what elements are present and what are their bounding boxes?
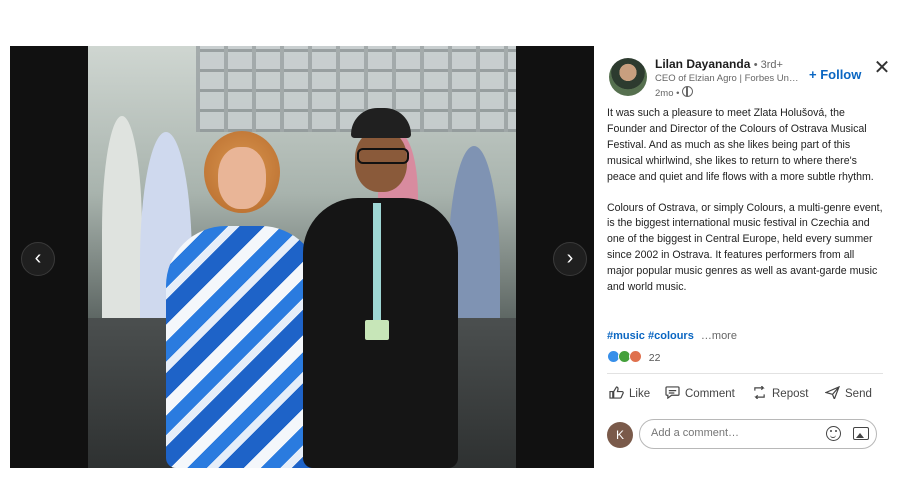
comment-composer: K [607, 419, 883, 453]
repost-icon [754, 386, 765, 399]
next-image-button[interactable]: › [553, 242, 587, 276]
post-paragraph: Colours of Ostrava, or simply Colours, a… [607, 201, 883, 294]
author-name[interactable]: Lilan Dayananda • 3rd+ [655, 57, 783, 71]
like-button[interactable]: Like [609, 382, 650, 406]
person-woman [166, 131, 321, 468]
post-photo[interactable] [88, 46, 516, 468]
repost-button[interactable]: Repost [752, 382, 808, 406]
love-reaction-icon [628, 350, 642, 363]
connection-degree: • 3rd+ [753, 59, 783, 71]
repost-label: Repost [772, 388, 809, 400]
action-bar: Like Comment Repost Send [607, 382, 887, 406]
comment-button[interactable]: Comment [665, 382, 735, 406]
close-icon[interactable]: ✕ [873, 58, 891, 78]
thumbs-up-icon [609, 386, 624, 399]
comment-icon [665, 386, 680, 399]
reactions-summary[interactable]: 22 [607, 350, 660, 366]
see-more-link[interactable]: …more [701, 330, 737, 342]
hashtag-music[interactable]: #music [607, 330, 645, 342]
post-age: 2mo • [655, 88, 680, 99]
hashtags: #music #colours …more [607, 330, 737, 342]
post-text: It was such a pleasure to meet Zlata Hol… [607, 106, 883, 311]
post-modal: ‹ › Lilan Dayananda • 3rd+ CEO of Elzian… [10, 46, 895, 468]
send-button[interactable]: Send [825, 382, 872, 406]
reaction-count[interactable]: 22 [649, 352, 661, 364]
author-name-text[interactable]: Lilan Dayananda [655, 57, 750, 71]
send-label: Send [845, 388, 872, 400]
photo-viewer: ‹ › [10, 46, 594, 468]
comment-input[interactable] [649, 426, 813, 440]
hashtag-colours[interactable]: #colours [648, 330, 694, 342]
divider [607, 373, 883, 374]
post-paragraph: It was such a pleasure to meet Zlata Hol… [607, 107, 874, 183]
crowd-person [102, 116, 142, 346]
follow-button[interactable]: + Follow [809, 67, 861, 82]
like-label: Like [629, 388, 651, 400]
emoji-icon[interactable] [826, 426, 841, 441]
viewer-avatar: K [607, 422, 633, 448]
person-man [303, 108, 458, 468]
author-headline: CEO of Elzian Agro | Forbes Under 30 [655, 73, 801, 84]
post-time: 2mo • [655, 86, 694, 99]
comment-box[interactable] [639, 419, 877, 449]
send-icon [825, 386, 840, 399]
image-icon[interactable] [853, 427, 869, 440]
globe-icon [682, 86, 694, 97]
previous-image-button[interactable]: ‹ [21, 242, 55, 276]
post-detail-panel: Lilan Dayananda • 3rd+ CEO of Elzian Agr… [594, 46, 895, 468]
author-avatar[interactable] [609, 58, 647, 96]
comment-label: Comment [685, 388, 735, 400]
